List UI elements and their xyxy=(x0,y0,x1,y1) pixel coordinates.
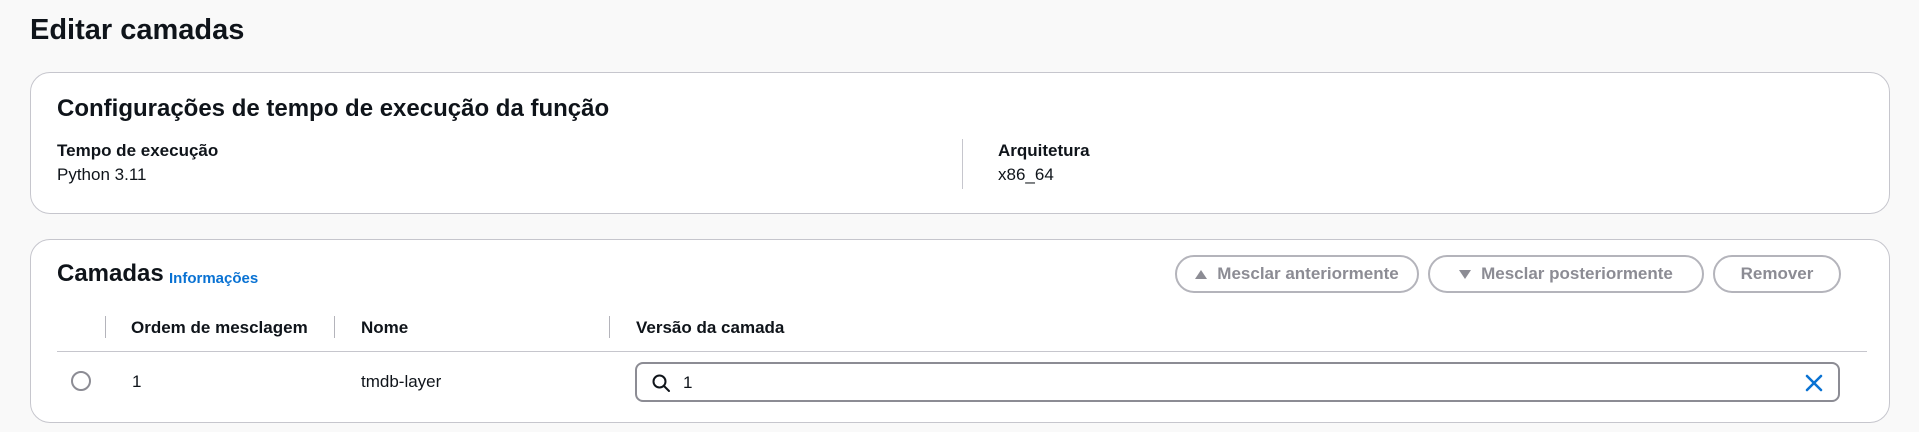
column-separator xyxy=(609,316,610,338)
page-title: Editar camadas xyxy=(30,14,245,46)
merge-before-button[interactable]: Mesclar anteriormente xyxy=(1175,255,1419,293)
table-header-divider xyxy=(57,351,1867,352)
row-select-radio[interactable] xyxy=(71,371,91,391)
remove-button[interactable]: Remover xyxy=(1713,255,1841,293)
runtime-label: Tempo de execução xyxy=(57,141,219,160)
column-divider xyxy=(962,139,963,189)
triangle-up-icon xyxy=(1195,269,1208,279)
merge-after-button[interactable]: Mesclar posteriormente xyxy=(1428,255,1704,293)
runtime-settings-panel: Configurações de tempo de execução da fu… xyxy=(30,72,1890,214)
layer-version-input[interactable]: 1 xyxy=(635,362,1840,402)
layers-title: Camadas xyxy=(57,260,164,287)
column-separator xyxy=(334,316,335,338)
layer-version-value: 1 xyxy=(683,373,693,392)
column-header-layer-version[interactable]: Versão da camada xyxy=(636,318,784,338)
layer-name-cell: tmdb-layer xyxy=(361,372,442,391)
architecture-label: Arquitetura xyxy=(998,141,1090,160)
column-header-merge-order[interactable]: Ordem de mesclagem xyxy=(131,318,308,338)
remove-label: Remover xyxy=(1740,264,1814,283)
runtime-value: Python 3.11 xyxy=(57,165,147,184)
runtime-settings-title: Configurações de tempo de execução da fu… xyxy=(57,95,610,122)
close-icon[interactable] xyxy=(1804,373,1824,393)
layers-panel: Camadas Informações Mesclar anteriorment… xyxy=(30,239,1890,423)
info-link[interactable]: Informações xyxy=(169,270,258,287)
architecture-value: x86_64 xyxy=(998,165,1054,184)
merge-before-label: Mesclar anteriormente xyxy=(1217,264,1399,283)
merge-order-cell: 1 xyxy=(132,372,142,391)
column-separator xyxy=(105,316,106,338)
triangle-down-icon xyxy=(1459,269,1472,279)
column-header-name[interactable]: Nome xyxy=(361,318,408,338)
merge-after-label: Mesclar posteriormente xyxy=(1481,264,1673,283)
search-icon xyxy=(652,374,670,392)
